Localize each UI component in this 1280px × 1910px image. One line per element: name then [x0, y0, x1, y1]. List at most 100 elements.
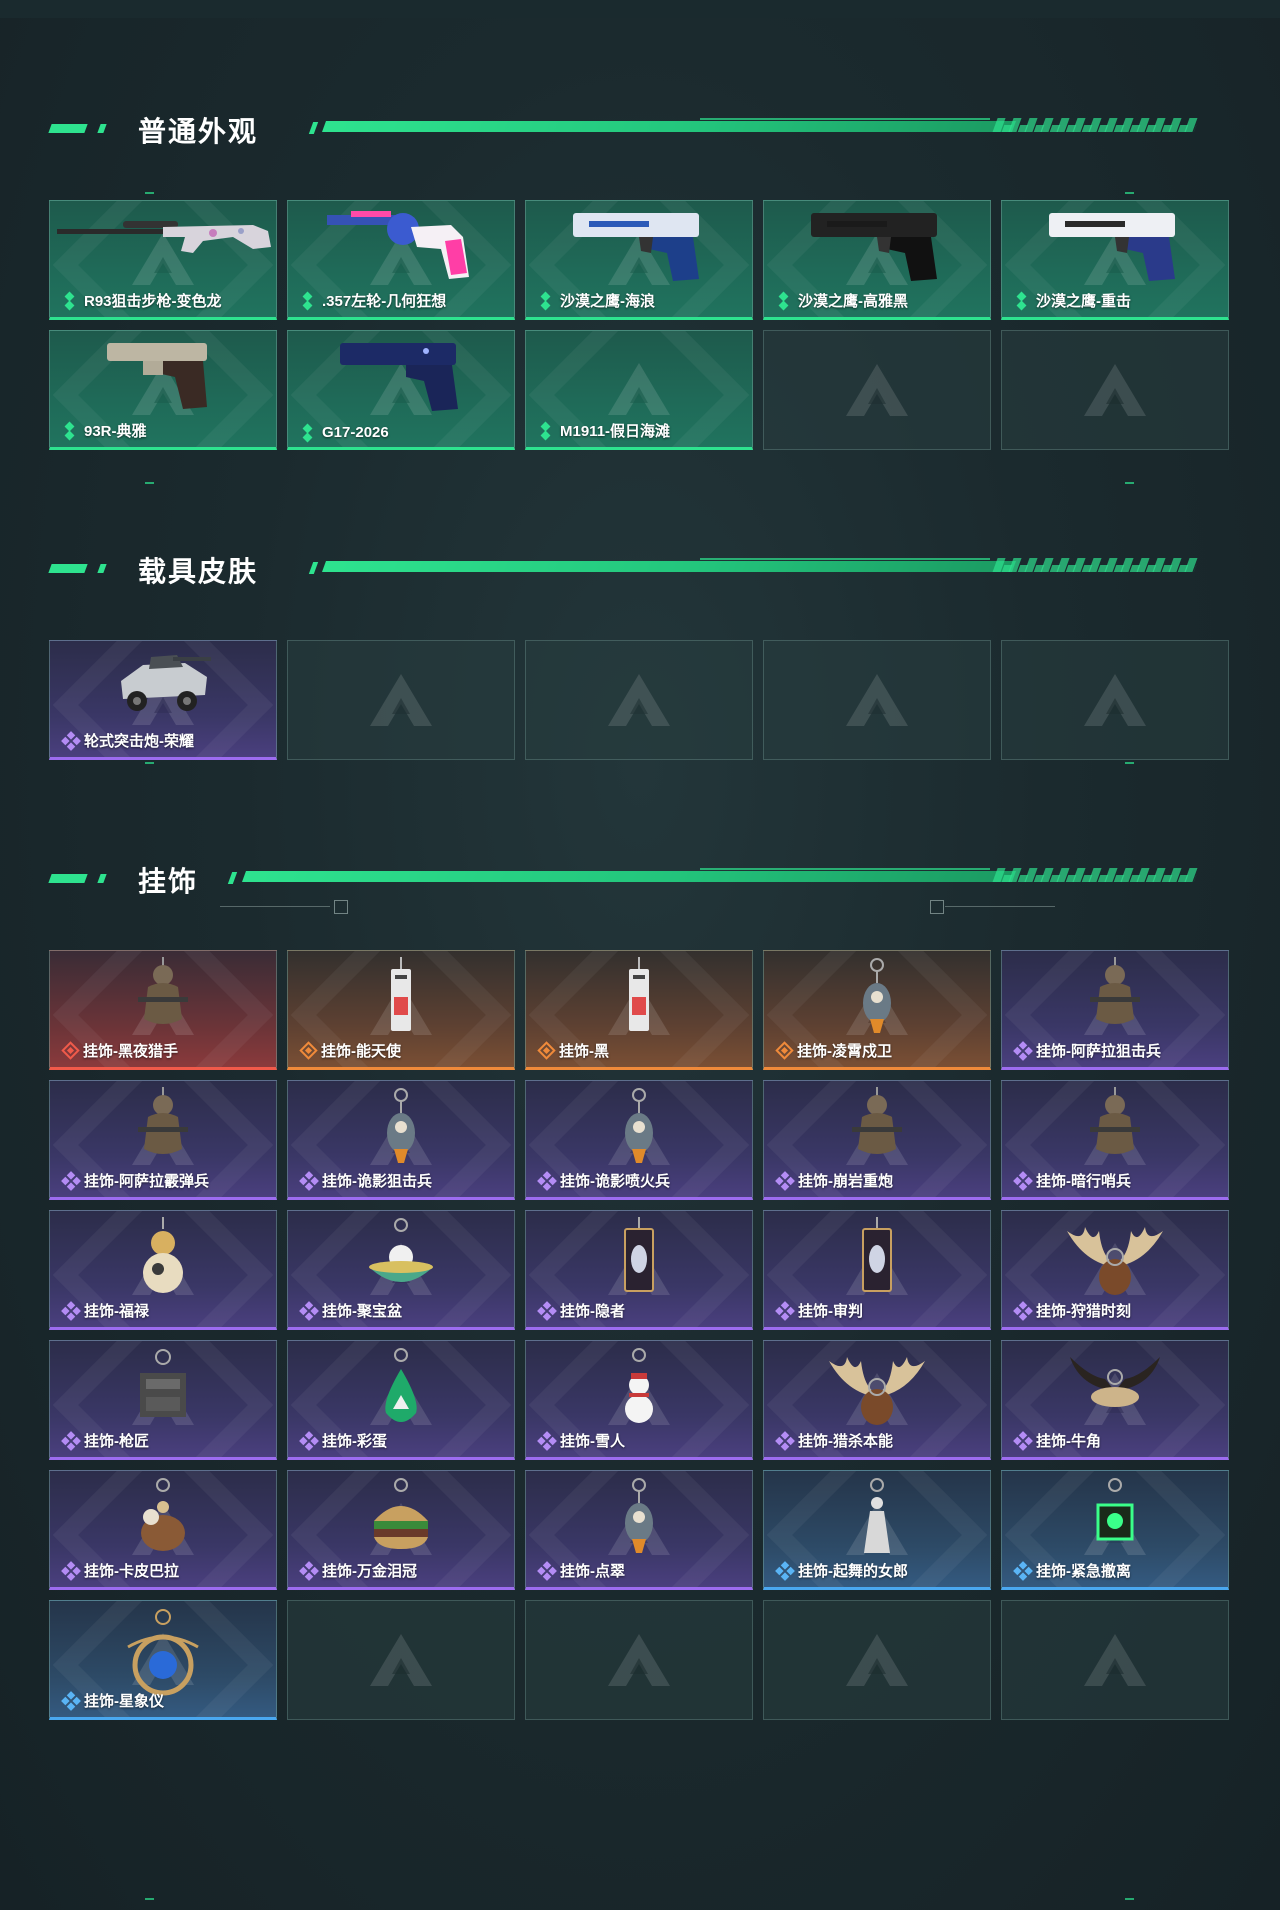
item-label: M1911-假日海滩 [538, 420, 670, 441]
item-name: G17-2026 [322, 424, 389, 441]
item-name: 挂饰-阿萨拉霰弹兵 [84, 1173, 209, 1190]
header-line-tick [308, 562, 319, 574]
item-card[interactable]: M1911-假日海滩 [525, 330, 753, 450]
watermark-logo-icon [1080, 670, 1150, 730]
item-card[interactable]: 挂饰-起舞的女郎 [763, 1470, 991, 1590]
item-name: 挂饰-能天使 [321, 1043, 401, 1060]
empty-slot [763, 1600, 991, 1720]
rarity-purple-icon [299, 1560, 319, 1581]
item-card[interactable]: 挂饰-点翠 [525, 1470, 753, 1590]
item-card[interactable]: 挂饰-狩猎时刻 [1001, 1210, 1229, 1330]
item-card[interactable]: 挂饰-诡影喷火兵 [525, 1080, 753, 1200]
item-card[interactable]: 挂饰-枪匠 [49, 1340, 277, 1460]
header-accent-bar [97, 564, 107, 573]
item-card[interactable]: 挂饰-凌霄戍卫 [763, 950, 991, 1070]
item-image [128, 1087, 198, 1170]
item-label: 挂饰-诡影喷火兵 [537, 1170, 670, 1191]
item-card[interactable]: R93狙击步枪-变色龙 [49, 200, 277, 320]
item-image [103, 337, 223, 418]
rarity-purple-icon [1013, 1040, 1033, 1061]
item-image [133, 1477, 193, 1566]
item-name: 挂饰-紧急撤离 [1036, 1563, 1131, 1580]
item-card[interactable]: 挂饰-紧急撤离 [1001, 1470, 1229, 1590]
item-label: 挂饰-万金泪冠 [299, 1560, 417, 1581]
item-label: 挂饰-审判 [775, 1300, 863, 1321]
rarity-green-icon [776, 291, 792, 310]
item-image [321, 207, 481, 288]
item-card[interactable]: 沙漠之鹰-重击 [1001, 200, 1229, 320]
rarity-purple-icon [775, 1300, 795, 1321]
item-card[interactable]: 挂饰-卡皮巴拉 [49, 1470, 277, 1590]
section-header: 载具皮肤 [0, 548, 1280, 588]
empty-slot [287, 1600, 515, 1720]
item-card[interactable]: 挂饰-雪人 [525, 1340, 753, 1460]
decor-line [945, 906, 1055, 907]
item-card[interactable]: 挂饰-彩蛋 [287, 1340, 515, 1460]
item-image [614, 1087, 664, 1172]
item-card[interactable]: 挂饰-万金泪冠 [287, 1470, 515, 1590]
item-label: 挂饰-能天使 [299, 1040, 401, 1061]
watermark-logo-icon [1080, 1630, 1150, 1690]
section-header: 普通外观 [0, 108, 1280, 148]
header-line-thin [700, 868, 990, 870]
watermark-logo-icon [604, 1630, 674, 1690]
item-image [614, 1477, 664, 1562]
item-name: 挂饰-聚宝盆 [322, 1303, 402, 1320]
item-card[interactable]: .357左轮-几何狂想 [287, 200, 515, 320]
item-card[interactable]: 挂饰-聚宝盆 [287, 1210, 515, 1330]
corner-tick [1125, 482, 1134, 484]
header-line-thin [700, 118, 990, 120]
item-label: 挂饰-雪人 [537, 1430, 625, 1451]
item-name: 挂饰-万金泪冠 [322, 1563, 417, 1580]
item-image [1045, 207, 1185, 288]
item-card[interactable]: 挂饰-黑夜猎手 [49, 950, 277, 1070]
item-name: 挂饰-卡皮巴拉 [84, 1563, 179, 1580]
item-card[interactable]: 挂饰-阿萨拉霰弹兵 [49, 1080, 277, 1200]
watermark-logo-icon [842, 670, 912, 730]
rarity-purple-icon [299, 1170, 319, 1191]
item-card[interactable]: 93R-典雅 [49, 330, 277, 450]
header-checker-pattern [993, 565, 1197, 572]
item-card[interactable]: 挂饰-猎杀本能 [763, 1340, 991, 1460]
item-card[interactable]: 挂饰-能天使 [287, 950, 515, 1070]
header-accent-bar [97, 874, 107, 883]
item-card[interactable]: 挂饰-黑 [525, 950, 753, 1070]
rarity-green-icon [62, 291, 78, 310]
item-card[interactable]: 挂饰-隐者 [525, 1210, 753, 1330]
item-card[interactable]: 挂饰-诡影狙击兵 [287, 1080, 515, 1200]
rarity-blue-icon [1013, 1560, 1033, 1581]
corner-tick [1125, 192, 1134, 194]
item-label: 挂饰-诡影狙击兵 [299, 1170, 432, 1191]
item-image [128, 957, 198, 1040]
item-card[interactable]: 挂饰-阿萨拉狙击兵 [1001, 950, 1229, 1070]
item-image [569, 207, 709, 288]
rarity-purple-icon [775, 1430, 795, 1451]
item-card[interactable]: 挂饰-牛角 [1001, 1340, 1229, 1460]
item-name: 挂饰-雪人 [560, 1433, 625, 1450]
watermark-logo-icon [842, 360, 912, 420]
item-image [619, 1217, 659, 1306]
item-card[interactable]: 挂饰-审判 [763, 1210, 991, 1330]
item-card[interactable]: 挂饰-星象仪 [49, 1600, 277, 1720]
item-label: 挂饰-黑 [537, 1040, 609, 1061]
empty-slot [525, 1600, 753, 1720]
empty-slot [287, 640, 515, 760]
item-image [852, 1477, 902, 1566]
item-card[interactable]: G17-2026 [287, 330, 515, 450]
header-line-thin [700, 558, 990, 560]
item-name: R93狙击步枪-变色龙 [84, 293, 222, 310]
item-name: 挂饰-诡影喷火兵 [560, 1173, 670, 1190]
item-image [852, 957, 902, 1042]
item-card[interactable]: 挂饰-暗行哨兵 [1001, 1080, 1229, 1200]
item-image [128, 1217, 198, 1302]
item-card[interactable]: 沙漠之鹰-海浪 [525, 200, 753, 320]
header-line [321, 561, 1017, 572]
item-card[interactable]: 挂饰-福禄 [49, 1210, 277, 1330]
item-card[interactable]: 轮式突击炮-荣耀 [49, 640, 277, 760]
item-card[interactable]: 沙漠之鹰-高雅黑 [763, 200, 991, 320]
item-image [361, 1217, 441, 1302]
item-card[interactable]: 挂饰-崩岩重炮 [763, 1080, 991, 1200]
item-name: 挂饰-猎杀本能 [798, 1433, 893, 1450]
item-label: 沙漠之鹰-重击 [1014, 290, 1131, 311]
corner-tick [145, 482, 154, 484]
